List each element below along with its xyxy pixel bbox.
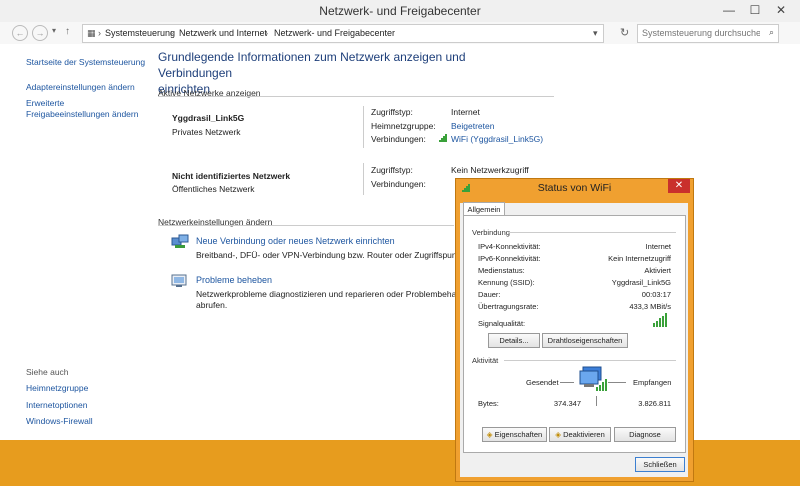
wifi-status-dialog: Status von WiFi ✕ Allgemein Verbindung I… [455,178,694,482]
duration-value: 00:03:17 [641,290,671,299]
troubleshoot-icon [171,274,187,287]
breadcrumb-separator-icon: › [170,28,173,38]
title-bar: Netzwerk- und Freigabecenter — ☐ ✕ [0,0,800,22]
dialog-close-button[interactable]: ✕ [668,179,690,193]
disable-button-label: Deaktivieren [563,430,605,439]
troubleshoot-description: Netzwerkprobleme diagnostizieren und rep… [196,289,462,299]
wifi-connection-link[interactable]: WiFi (Yggdrasil_Link5G) [451,134,543,144]
divider [363,163,364,195]
sidebar-item-advanced-sharing-line2[interactable]: Freigabeeinstellungen ändern [26,109,138,120]
ipv6-value: Kein Internetzugriff [608,254,671,263]
troubleshoot-link[interactable]: Probleme beheben [196,275,272,285]
shield-icon: ◈ [486,430,493,439]
access-type-label: Zugriffstyp: [371,107,413,117]
see-also-label: Siehe auch [26,367,69,377]
refresh-icon[interactable]: ↻ [620,26,629,39]
network-computer-icon [579,366,607,391]
ipv4-value: Internet [645,242,671,251]
network-name: Yggdrasil_Link5G [172,113,245,123]
breadcrumb-separator-icon: › [265,28,268,38]
search-input[interactable] [638,25,764,40]
divider [508,232,676,233]
signal-strength-icon [653,313,669,327]
dialog-body: Allgemein Verbindung IPv4-Konnektivität:… [460,202,688,477]
maximize-button[interactable]: ☐ [742,0,768,20]
bytes-label: Bytes: [478,399,499,408]
ipv4-label: IPv4-Konnektivität: [478,242,541,251]
sidebar-item-home[interactable]: Startseite der Systemsteuerung [26,57,145,68]
network-type[interactable]: Öffentliches Netzwerk [172,184,255,194]
connections-label: Verbindungen: [371,134,426,144]
homegroup-link[interactable]: Beigetreten [451,121,494,131]
bytes-sent-value: 374.347 [553,399,581,408]
shield-icon: ◈ [555,430,561,439]
duration-label: Dauer: [478,290,501,299]
troubleshoot-description-cont: abrufen. [196,300,228,310]
new-connection-icon [171,234,189,248]
access-type-value: Internet [451,107,480,117]
media-status-label: Medienstatus: [478,266,525,275]
sidebar-item-internet-options[interactable]: Internetoptionen [26,400,87,411]
signal-quality-label: Signalqualität: [478,319,526,328]
activity-group-label: Aktivität [472,356,499,365]
breadcrumb-network-center[interactable]: Netzwerk- und Freigabecenter [274,28,395,38]
access-type-label: Zugriffstyp: [371,165,413,175]
connections-label: Verbindungen: [371,179,426,189]
speed-value: 433,3 MBit/s [629,302,671,311]
network-type[interactable]: Privates Netzwerk [172,127,241,137]
divider [596,396,597,406]
divider [560,382,574,383]
address-bar[interactable]: ▦ › Systemsteuerung › Netzwerk und Inter… [82,24,604,43]
close-button[interactable]: ✕ [768,0,794,20]
sidebar-item-adapter-settings[interactable]: Adaptereinstellungen ändern [26,82,135,93]
ssid-value: Yggdrasil_Link5G [611,278,671,287]
divider [158,96,554,97]
tab-panel: Verbindung IPv4-Konnektivität: Internet … [463,215,686,453]
diagnose-button[interactable]: Diagnose [614,427,676,442]
sidebar-item-advanced-sharing-line1[interactable]: Erweiterte [26,98,64,109]
sent-label: Gesendet [526,378,559,387]
disable-button[interactable]: ◈ Deaktivieren [549,427,611,442]
breadcrumb-network-internet[interactable]: Netzwerk und Internet [179,28,267,38]
network-name: Nicht identifiziertes Netzwerk [172,171,291,181]
minimize-button[interactable]: — [716,0,742,20]
properties-button[interactable]: ◈ Eigenschaften [482,427,547,442]
up-arrow-icon[interactable]: ↑ [65,26,70,37]
control-panel-icon: ▦ › [87,28,102,38]
search-box[interactable]: ⌕ [637,24,779,43]
close-dialog-button[interactable]: Schließen [635,457,685,472]
bytes-received-value: 3.826.811 [638,399,671,408]
divider [608,382,626,383]
new-connection-link[interactable]: Neue Verbindung oder neues Netzwerk einr… [196,236,395,246]
history-dropdown-icon[interactable]: ▾ [52,26,56,35]
window-title: Netzwerk- und Freigabecenter [319,4,481,18]
sidebar-item-firewall[interactable]: Windows-Firewall [26,416,93,427]
details-button[interactable]: Details... [488,333,540,348]
divider [363,106,364,148]
speed-label: Übertragungsrate: [478,302,539,311]
media-status-value: Aktiviert [644,266,671,275]
divider [158,225,454,226]
sidebar-item-homegroup[interactable]: Heimnetzgruppe [26,383,88,394]
received-label: Empfangen [633,378,672,387]
breadcrumb-control-panel[interactable]: Systemsteuerung [105,28,175,38]
connection-group-label: Verbindung [472,228,510,237]
wireless-properties-button[interactable]: Drahtloseigenschaften [542,333,628,348]
wifi-signal-icon [439,134,448,142]
new-connection-description: Breitband-, DFÜ- oder VPN-Verbindung bzw… [196,250,464,260]
search-icon[interactable]: ⌕ [769,27,774,38]
homegroup-label: Heimnetzgruppe: [371,121,436,131]
properties-button-label: Eigenschaften [494,430,543,439]
access-type-value: Kein Netzwerkzugriff [451,165,529,175]
address-dropdown-icon[interactable]: ▾ [593,28,598,39]
back-button[interactable]: ← [12,25,28,41]
dialog-title: Status von WiFi [537,182,612,194]
page-title-line1: Grundlegende Informationen zum Netzwerk … [158,50,466,80]
divider [504,360,676,361]
forward-button[interactable]: → [32,25,48,41]
ipv6-label: IPv6-Konnektivität: [478,254,541,263]
address-toolbar: ← → ▾ ↑ ▦ › Systemsteuerung › Netzwerk u… [0,22,800,44]
ssid-label: Kennung (SSID): [478,278,535,287]
tab-general[interactable]: Allgemein [463,202,505,216]
